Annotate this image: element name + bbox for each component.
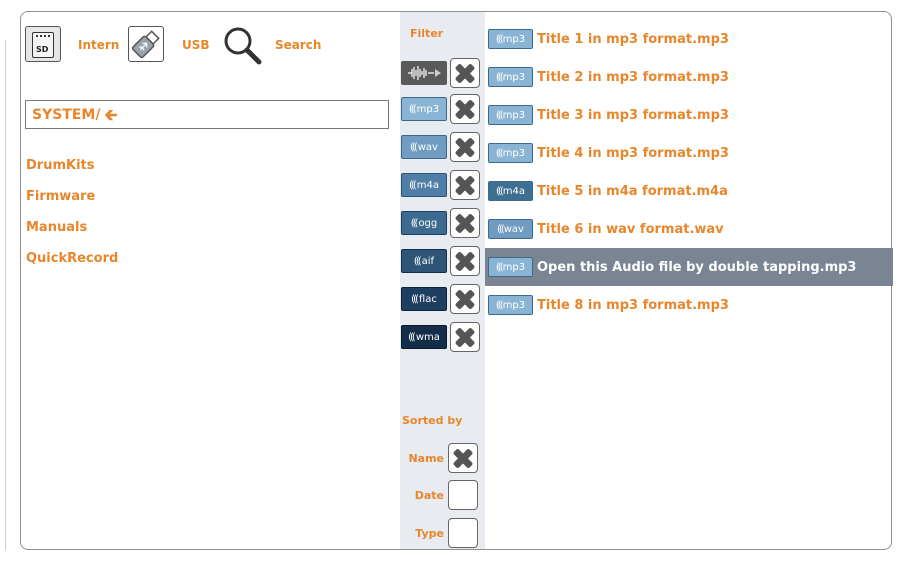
ogg-format-badge: (((ogg (401, 211, 447, 235)
folder-item[interactable]: Manuals (26, 218, 118, 249)
path-field[interactable]: SYSTEM/ 🡰 (25, 100, 389, 129)
search-icon[interactable] (221, 24, 265, 66)
file-row[interactable]: (((mp3 Title 2 in mp3 format.mp3 (485, 58, 893, 96)
folder-item[interactable]: DrumKits (26, 156, 118, 187)
filter-checkbox-flac[interactable] (450, 284, 480, 314)
m4a-file-badge: (((m4a (488, 181, 533, 201)
filter-checkbox-ogg[interactable] (450, 208, 480, 238)
sort-label-name: Name (408, 451, 444, 465)
sd-card-button[interactable]: SD (25, 26, 61, 62)
filter-title: Filter (410, 27, 444, 40)
usb-label[interactable]: USB (182, 38, 210, 52)
file-row[interactable]: (((mp3 Title 3 in mp3 format.mp3 (485, 96, 893, 134)
search-label[interactable]: Search (275, 38, 321, 52)
folder-list: DrumKits Firmware Manuals QuickRecord (26, 156, 118, 280)
waveform-icon (401, 61, 447, 85)
sorted-by-title: Sorted by (402, 414, 463, 427)
file-name: Title 6 in wav format.wav (537, 221, 724, 237)
folder-item[interactable]: Firmware (26, 187, 118, 218)
filter-row-ogg: (((ogg (401, 208, 480, 238)
intern-label[interactable]: Intern (78, 38, 119, 52)
mp3-format-badge: (((mp3 (401, 97, 447, 121)
filter-row-aif: (((aif (401, 246, 480, 276)
filter-checkbox-mp3[interactable] (450, 94, 480, 124)
file-list: (((mp3 Title 1 in mp3 format.mp3 (((mp3 … (485, 20, 893, 324)
file-name: Title 8 in mp3 format.mp3 (537, 297, 729, 313)
file-row[interactable]: (((mp3 Title 8 in mp3 format.mp3 (485, 286, 893, 324)
mp3-file-badge: (((mp3 (488, 257, 533, 277)
sort-label-type: Type (415, 526, 444, 540)
sort-row-type: Type (400, 518, 478, 548)
usb-button[interactable] (128, 26, 164, 62)
filter-checkbox-aif[interactable] (450, 246, 480, 276)
file-name: Open this Audio file by double tapping.m… (537, 259, 857, 275)
mp3-file-badge: (((mp3 (488, 67, 533, 87)
sort-checkbox-type[interactable] (448, 518, 478, 548)
wav-format-badge: (((wav (401, 135, 447, 159)
left-edge-line (5, 40, 6, 550)
back-arrow-icon[interactable]: 🡰 (104, 106, 117, 123)
mp3-file-badge: (((mp3 (488, 29, 533, 49)
file-name: Title 5 in m4a format.m4a (537, 183, 728, 199)
filter-row-wma: (((wma (401, 322, 480, 352)
file-row[interactable]: (((m4a Title 5 in m4a format.m4a (485, 172, 893, 210)
sort-checkbox-date[interactable] (448, 480, 478, 510)
mp3-file-badge: (((mp3 (488, 105, 533, 125)
wma-format-badge: (((wma (401, 325, 447, 349)
sort-label-date: Date (414, 488, 444, 502)
file-row[interactable]: (((mp3 Title 1 in mp3 format.mp3 (485, 20, 893, 58)
aif-format-badge: (((aif (401, 249, 447, 273)
sd-card-icon: SD (32, 32, 54, 58)
filter-row-mp3: (((mp3 (401, 94, 480, 124)
mp3-file-badge: (((mp3 (488, 143, 533, 163)
path-text: SYSTEM/ (32, 106, 101, 123)
flac-format-badge: (((flac (401, 287, 447, 311)
sort-checkbox-name[interactable] (448, 443, 478, 473)
sort-row-date: Date (400, 480, 478, 510)
filter-row-flac: (((flac (401, 284, 480, 314)
file-row[interactable]: (((wav Title 6 in wav format.wav (485, 210, 893, 248)
filter-checkbox-all[interactable] (450, 58, 480, 88)
filter-checkbox-wav[interactable] (450, 132, 480, 162)
filter-checkbox-m4a[interactable] (450, 170, 480, 200)
filter-row-wav: (((wav (401, 132, 480, 162)
sort-row-name: Name (400, 443, 478, 473)
filter-row-m4a: (((m4a (401, 170, 480, 200)
filter-checkbox-wma[interactable] (450, 322, 480, 352)
m4a-format-badge: (((m4a (401, 173, 447, 197)
folder-item[interactable]: QuickRecord (26, 249, 118, 280)
file-name: Title 2 in mp3 format.mp3 (537, 69, 729, 85)
file-row[interactable]: (((mp3 Title 4 in mp3 format.mp3 (485, 134, 893, 172)
file-name: Title 4 in mp3 format.mp3 (537, 145, 729, 161)
file-name: Title 1 in mp3 format.mp3 (537, 31, 729, 47)
usb-stick-icon (131, 30, 160, 59)
filter-row-waveform (401, 58, 480, 88)
file-row-selected[interactable]: (((mp3 Open this Audio file by double ta… (485, 248, 893, 286)
file-name: Title 3 in mp3 format.mp3 (537, 107, 729, 123)
mp3-file-badge: (((mp3 (488, 295, 533, 315)
wav-file-badge: (((wav (488, 219, 533, 239)
